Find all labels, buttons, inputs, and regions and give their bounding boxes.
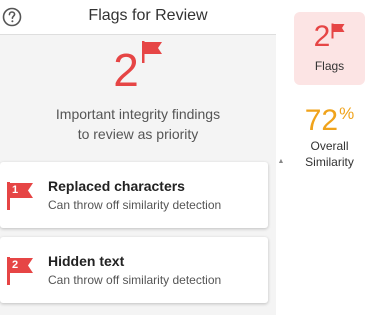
similarity-label: Overall Similarity bbox=[294, 138, 365, 170]
flag-summary: 2 Important integrity findings to review… bbox=[0, 36, 276, 150]
similarity-tile[interactable]: 72% Overall Similarity bbox=[294, 100, 365, 180]
similarity-label-line2: Similarity bbox=[305, 155, 354, 169]
flags-tile-label: Flags bbox=[314, 59, 345, 73]
scroll-up-arrow[interactable]: ▲ bbox=[276, 158, 286, 166]
similarity-percent-sign: % bbox=[339, 104, 355, 123]
similarity-number: 72 bbox=[304, 104, 339, 137]
panel-header: Flags for Review bbox=[0, 0, 276, 35]
flag-title: Replaced characters bbox=[48, 178, 185, 194]
flag-number: 1 bbox=[12, 184, 19, 196]
flags-panel: Flags for Review 2 Important integrity f… bbox=[0, 0, 276, 315]
summary-text-line1: Important integrity findings bbox=[55, 106, 221, 122]
flag-number: 2 bbox=[12, 259, 19, 271]
flags-tile[interactable]: 2 Flags bbox=[294, 12, 365, 85]
summary-text-line2: to review as priority bbox=[77, 126, 199, 142]
flag-icon bbox=[141, 41, 162, 63]
flag-description: Can throw off similarity detection bbox=[48, 198, 222, 212]
flag-icon bbox=[7, 182, 33, 210]
flags-count: 2 bbox=[313, 20, 331, 53]
flag-count-display: 2 bbox=[0, 41, 276, 98]
flag-count: 2 bbox=[113, 44, 139, 96]
flag-description: Can throw off similarity detection bbox=[48, 273, 222, 287]
flags-tile-count: 2 bbox=[294, 20, 365, 54]
flag-title: Hidden text bbox=[48, 253, 125, 269]
flag-card-replaced-characters[interactable]: 1 Replaced characters Can throw off simi… bbox=[0, 162, 268, 228]
similarity-value: 72% bbox=[294, 104, 365, 138]
flag-icon bbox=[331, 23, 345, 39]
flag-icon bbox=[7, 257, 33, 285]
similarity-label-line1: Overall bbox=[310, 139, 349, 153]
flag-card-hidden-text[interactable]: 2 Hidden text Can throw off similarity d… bbox=[0, 237, 268, 303]
help-icon[interactable] bbox=[2, 7, 22, 27]
panel-title: Flags for Review bbox=[88, 7, 208, 24]
summary-sidebar: 2 Flags 72% Overall Similarity bbox=[289, 0, 365, 315]
